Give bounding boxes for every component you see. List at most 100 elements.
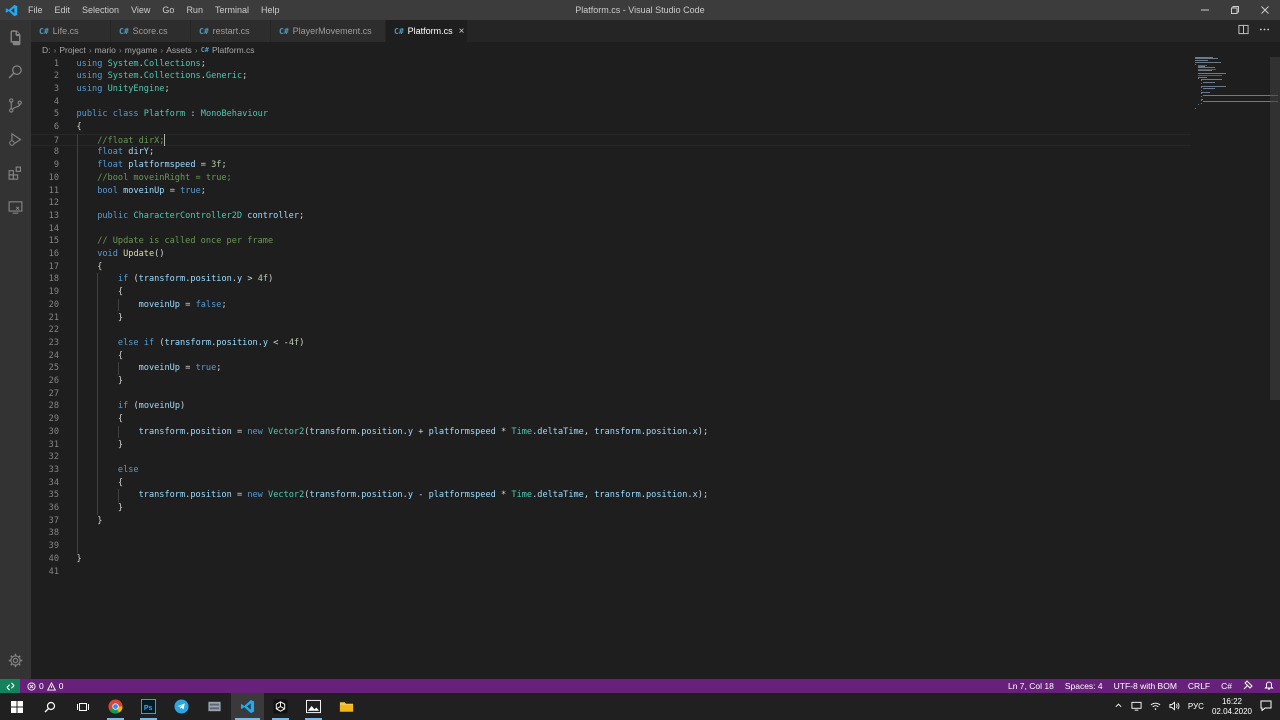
code-line[interactable]: 30 transform.position = new Vector2(tran… xyxy=(31,426,1191,439)
code-editor[interactable]: 1 using System.Collections; 2 using System.… xyxy=(31,57,1270,679)
breadcrumb-mario[interactable]: mario xyxy=(95,45,116,55)
taskbar-explorer[interactable] xyxy=(330,693,363,720)
remote-indicator-icon[interactable] xyxy=(0,679,20,693)
code-line[interactable]: 22 xyxy=(31,324,1191,337)
search-icon[interactable] xyxy=(0,54,31,88)
explorer-icon[interactable] xyxy=(0,20,31,54)
extensions-icon[interactable] xyxy=(0,156,31,190)
chevron-up-icon[interactable] xyxy=(1114,701,1123,712)
taskbar-unity[interactable] xyxy=(264,693,297,720)
start-button[interactable] xyxy=(0,693,33,720)
more-actions-icon[interactable] xyxy=(1259,24,1270,38)
encoding[interactable]: UTF-8 with BOM xyxy=(1114,681,1177,691)
notifications-icon[interactable] xyxy=(1264,680,1274,692)
editor-scrollbar[interactable] xyxy=(1270,57,1280,400)
network-icon[interactable] xyxy=(1131,701,1142,713)
code-line[interactable]: 23 else if (transform.position.y < -4f) xyxy=(31,337,1191,350)
menu-edit[interactable]: Edit xyxy=(49,0,77,20)
close-window-button[interactable] xyxy=(1250,0,1280,20)
code-line[interactable]: 32 xyxy=(31,451,1191,464)
code-line[interactable]: 2 using System.Collections.Generic; xyxy=(31,70,1191,83)
taskbar-search-button[interactable] xyxy=(33,693,66,720)
code-line[interactable]: 17 { xyxy=(31,261,1191,274)
breadcrumb-mygame[interactable]: mygame xyxy=(125,45,158,55)
breadcrumb-file[interactable]: Platform.cs xyxy=(212,45,255,55)
remote-explorer-icon[interactable] xyxy=(0,190,31,224)
menu-terminal[interactable]: Terminal xyxy=(209,0,255,20)
tab-score-cs[interactable]: C# Score.cs xyxy=(111,20,191,42)
taskbar-telegram[interactable] xyxy=(165,693,198,720)
breadcrumb-project[interactable]: Project xyxy=(59,45,85,55)
menu-go[interactable]: Go xyxy=(156,0,180,20)
tab-playermovement-cs[interactable]: C# PlayerMovement.cs xyxy=(271,20,386,42)
code-line[interactable]: 13 public CharacterController2D controll… xyxy=(31,210,1191,223)
code-line[interactable]: 15 // Update is called once per frame xyxy=(31,235,1191,248)
code-line[interactable]: 34 { xyxy=(31,477,1191,490)
minimap[interactable] xyxy=(1195,57,1279,117)
problems-indicator[interactable]: 0 0 xyxy=(27,681,63,691)
code-line[interactable]: 11 bool moveinUp = true; xyxy=(31,185,1191,198)
code-line[interactable]: 40} xyxy=(31,553,1191,566)
split-editor-icon[interactable] xyxy=(1238,24,1249,38)
code-line[interactable]: 36 } xyxy=(31,502,1191,515)
taskbar-photos[interactable] xyxy=(297,693,330,720)
run-debug-icon[interactable] xyxy=(0,122,31,156)
menu-selection[interactable]: Selection xyxy=(76,0,125,20)
notification-center-icon[interactable] xyxy=(1260,700,1272,713)
code-line[interactable]: 35 transform.position = new Vector2(tran… xyxy=(31,489,1191,502)
code-line[interactable]: 37 } xyxy=(31,515,1191,528)
code-line[interactable]: 20 moveinUp = false; xyxy=(31,299,1191,312)
code-line[interactable]: 9 float platformspeed = 3f; xyxy=(31,159,1191,172)
menu-view[interactable]: View xyxy=(125,0,156,20)
taskbar-file-manager[interactable] xyxy=(198,693,231,720)
code-line[interactable]: 18 if (transform.position.y > 4f) xyxy=(31,273,1191,286)
source-control-icon[interactable] xyxy=(0,88,31,122)
breadcrumb-drive[interactable]: D: xyxy=(42,45,51,55)
breadcrumb-assets[interactable]: Assets xyxy=(166,45,192,55)
code-line[interactable]: 21 } xyxy=(31,312,1191,325)
taskbar-photoshop[interactable]: Ps xyxy=(132,693,165,720)
menu-file[interactable]: File xyxy=(22,0,49,20)
restore-button[interactable] xyxy=(1220,0,1250,20)
cursor-position[interactable]: Ln 7, Col 18 xyxy=(1008,681,1054,691)
tab-platform-cs[interactable]: C# Platform.cs × xyxy=(386,20,468,42)
task-view-button[interactable] xyxy=(66,693,99,720)
code-line[interactable]: 16 void Update() xyxy=(31,248,1191,261)
code-line[interactable]: 3 using UnityEngine; xyxy=(31,83,1191,96)
code-line[interactable]: 31 } xyxy=(31,439,1191,452)
clock[interactable]: 16:22 02.04.2020 xyxy=(1212,697,1252,717)
code-line[interactable]: 6{ xyxy=(31,121,1191,134)
menu-run[interactable]: Run xyxy=(180,0,209,20)
tab-close-button[interactable]: × xyxy=(459,26,465,37)
code-line[interactable]: 27 xyxy=(31,388,1191,401)
code-line[interactable]: 4 xyxy=(31,96,1191,109)
code-line[interactable]: 1 using System.Collections; xyxy=(31,58,1191,71)
input-language[interactable]: РУС xyxy=(1188,702,1204,711)
code-line[interactable]: 41 xyxy=(31,566,1191,579)
code-line[interactable]: 38 xyxy=(31,527,1191,540)
code-line[interactable]: 26 } xyxy=(31,375,1191,388)
code-line[interactable]: 29 { xyxy=(31,413,1191,426)
indentation[interactable]: Spaces: 4 xyxy=(1065,681,1103,691)
wifi-icon[interactable] xyxy=(1150,701,1161,713)
code-line[interactable]: 19 { xyxy=(31,286,1191,299)
menu-help[interactable]: Help xyxy=(255,0,286,20)
code-line[interactable]: 8 float dirY; xyxy=(31,146,1191,159)
code-line[interactable]: 10 //bool moveinRight = true; xyxy=(31,172,1191,185)
code-line[interactable]: 14 xyxy=(31,223,1191,236)
minimize-button[interactable] xyxy=(1190,0,1220,20)
feedback-icon[interactable] xyxy=(1243,680,1253,692)
volume-icon[interactable] xyxy=(1169,700,1180,713)
code-line[interactable]: 5 public class Platform : MonoBehaviour xyxy=(31,108,1191,121)
code-line[interactable]: 24 { xyxy=(31,350,1191,363)
code-line[interactable]: 39 xyxy=(31,540,1191,553)
language-mode[interactable]: C# xyxy=(1221,681,1232,691)
code-line[interactable]: 12 xyxy=(31,197,1191,210)
code-line[interactable]: 28 if (moveinUp) xyxy=(31,400,1191,413)
code-line[interactable]: 33 else xyxy=(31,464,1191,477)
code-line[interactable]: 7 //float dirX; xyxy=(31,133,1191,147)
end-of-line[interactable]: CRLF xyxy=(1188,681,1210,691)
gear-icon[interactable] xyxy=(0,643,31,677)
tab-life-cs[interactable]: C# Life.cs xyxy=(31,20,111,42)
code-line[interactable]: 25 moveinUp = true; xyxy=(31,362,1191,375)
